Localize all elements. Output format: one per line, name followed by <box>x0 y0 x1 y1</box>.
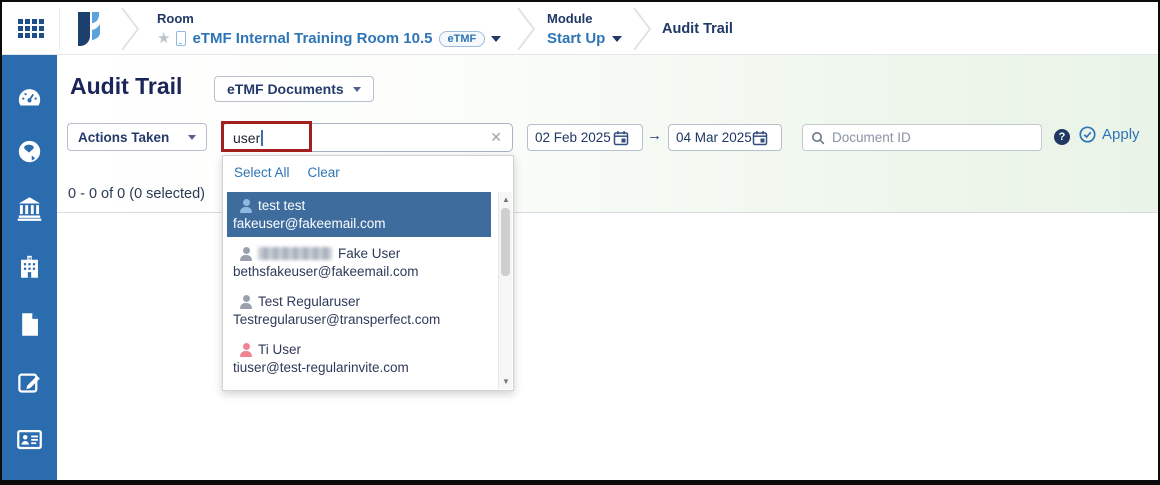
page-title: Audit Trail <box>70 73 182 100</box>
user-email: bethsfakeuser@fakeemail.com <box>231 264 487 283</box>
user-search-value: user <box>233 130 260 146</box>
user-list-item[interactable]: Fake User bethsfakeuser@fakeemail.com <box>227 240 491 285</box>
user-list-item[interactable]: Ti User tiuser@test-regularinvite.com <box>227 336 491 381</box>
search-icon <box>811 131 825 145</box>
module-selector[interactable]: Start Up <box>547 30 622 47</box>
top-navigation-bar: Room ★ eTMF Internal Training Room 10.5 … <box>2 2 1158 55</box>
result-count: 0 - 0 of 0 (0 selected) <box>68 186 205 202</box>
app-grid-icon[interactable] <box>18 19 45 39</box>
left-sidebar: H <box>2 55 57 480</box>
bank-icon[interactable] <box>16 195 43 222</box>
dashboard-icon[interactable] <box>16 84 43 111</box>
contact-card-icon[interactable] <box>16 426 43 453</box>
date-to-input[interactable]: 04 Mar 2025 <box>668 124 782 151</box>
chevron-down-icon <box>353 87 361 92</box>
audit-type-value: eTMF Documents <box>227 81 344 97</box>
breadcrumb-module: Module Start Up <box>547 11 622 47</box>
user-icon <box>240 247 252 260</box>
user-email: Testregularuser@transperfect.com <box>231 312 487 331</box>
apply-label: Apply <box>1102 126 1140 143</box>
star-icon[interactable]: ★ <box>157 31 170 46</box>
user-name: Fake User <box>338 246 400 261</box>
breadcrumb-chevron-icon <box>632 6 654 52</box>
svg-text:H: H <box>28 256 31 260</box>
user-icon <box>240 343 252 356</box>
breadcrumb-room: Room ★ eTMF Internal Training Room 10.5 … <box>157 11 501 47</box>
hospital-building-icon[interactable]: H <box>16 253 43 280</box>
user-name: fakeuser123@fakeemail.com <box>258 390 433 391</box>
select-all-link[interactable]: Select All <box>234 165 290 180</box>
dropdown-actions: Select All Clear <box>223 156 513 192</box>
actions-taken-value: Actions Taken <box>78 130 169 145</box>
date-to-value: 04 Mar 2025 <box>676 130 752 145</box>
user-filter-dropdown: Select All Clear test test fakeuser@fake… <box>222 155 514 391</box>
user-name: Ti User <box>258 342 301 357</box>
room-type-badge: eTMF <box>439 31 486 47</box>
date-from-value: 02 Feb 2025 <box>535 130 613 145</box>
date-range-arrow-icon: → <box>647 127 662 144</box>
scroll-down-icon[interactable]: ▼ <box>499 375 513 388</box>
document-icon[interactable] <box>16 311 43 338</box>
module-label: Module <box>547 11 622 26</box>
user-name: Test Regularuser <box>258 294 360 309</box>
redacted-name <box>258 247 332 260</box>
chevron-down-icon <box>612 36 622 42</box>
user-icon <box>240 295 252 308</box>
breadcrumb-chevron-icon <box>516 6 538 52</box>
chevron-down-icon[interactable] <box>491 36 501 42</box>
user-icon <box>240 199 252 212</box>
breadcrumb-chevron-icon <box>120 6 142 52</box>
app-window: Room ★ eTMF Internal Training Room 10.5 … <box>0 0 1160 485</box>
room-name[interactable]: eTMF Internal Training Room 10.5 <box>192 30 432 47</box>
scrollbar-thumb[interactable] <box>501 208 510 276</box>
mobile-icon <box>176 31 186 46</box>
chevron-down-icon <box>188 135 196 140</box>
edit-icon[interactable] <box>16 369 43 396</box>
user-search-input[interactable]: user ✕ <box>222 123 513 152</box>
filter-toolbar: Actions Taken user ✕ 02 Feb 2025 → <box>57 123 1158 153</box>
text-cursor <box>261 130 263 146</box>
user-list-item[interactable]: Test Regularuser Testregularuser@transpe… <box>227 288 491 333</box>
date-from-input[interactable]: 02 Feb 2025 <box>527 124 643 151</box>
check-circle-icon <box>1079 126 1096 143</box>
actions-taken-dropdown[interactable]: Actions Taken <box>67 123 207 151</box>
calendar-icon <box>613 130 629 146</box>
globe-icon[interactable] <box>16 138 43 165</box>
scroll-up-icon[interactable]: ▲ <box>499 193 513 206</box>
user-email: tiuser@test-regularinvite.com <box>231 360 487 379</box>
divider <box>59 8 60 49</box>
dropdown-scrollbar[interactable]: ▲ ▼ <box>498 192 512 389</box>
module-name: Start Up <box>547 30 605 47</box>
room-label: Room <box>157 11 501 26</box>
document-id-input[interactable] <box>832 130 1033 145</box>
clear-link[interactable]: Clear <box>308 165 340 180</box>
brand-logo[interactable] <box>72 10 106 48</box>
audit-type-dropdown[interactable]: eTMF Documents <box>214 76 374 102</box>
apply-button[interactable]: Apply <box>1079 126 1140 143</box>
user-email: fakeuser@fakeemail.com <box>231 216 487 235</box>
calendar-icon <box>752 130 768 146</box>
help-icon[interactable]: ? <box>1054 129 1070 145</box>
clear-icon[interactable]: ✕ <box>490 129 502 146</box>
document-id-search[interactable] <box>802 124 1042 151</box>
user-list-item[interactable]: fakeuser123@fakeemail.com <box>227 384 491 391</box>
user-list-item[interactable]: test test fakeuser@fakeemail.com <box>227 192 491 237</box>
user-name: test test <box>258 198 305 213</box>
breadcrumb-page: Audit Trail <box>662 2 733 55</box>
